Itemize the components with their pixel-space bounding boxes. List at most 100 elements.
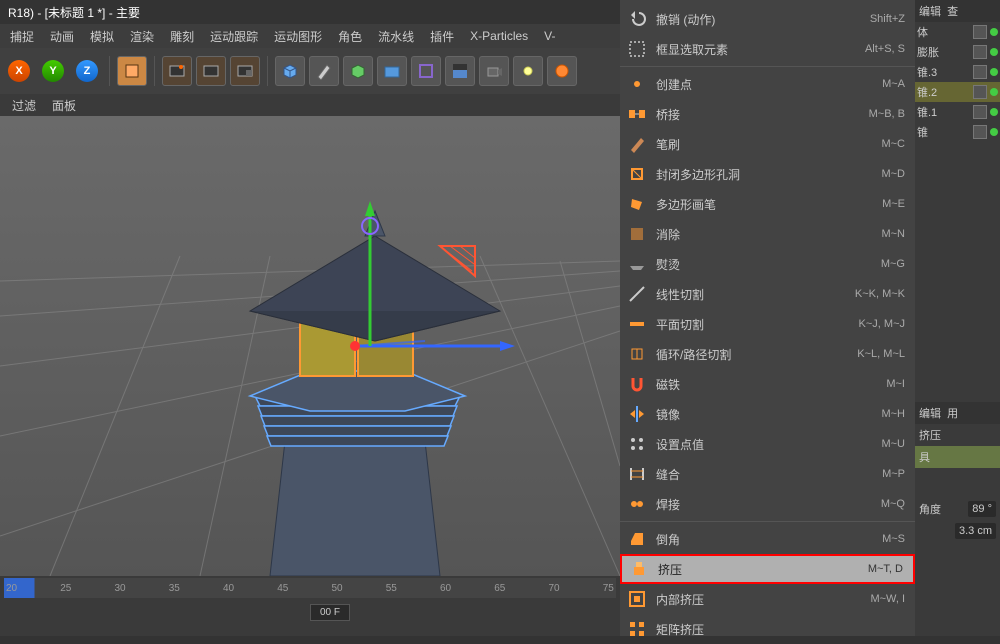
visibility-check[interactable] <box>973 85 987 99</box>
context-label: 磁铁 <box>656 376 886 393</box>
axis-z-icon[interactable]: Z <box>72 56 102 86</box>
context-item-磁铁[interactable]: 磁铁M~I <box>620 369 915 399</box>
deformer-icon[interactable] <box>411 56 441 86</box>
visibility-check[interactable] <box>973 105 987 119</box>
object-manager-header: 编辑 查 <box>915 0 1000 22</box>
visibility-check[interactable] <box>973 125 987 139</box>
enable-dot[interactable] <box>990 108 998 116</box>
render-region-icon[interactable] <box>196 56 226 86</box>
menu-capture[interactable]: 捕捉 <box>2 24 42 49</box>
submenu-filter[interactable]: 过滤 <box>4 93 44 118</box>
stitch-icon <box>624 463 650 485</box>
sphere-icon[interactable] <box>547 56 577 86</box>
axis-x-icon[interactable]: X <box>4 56 34 86</box>
context-label: 平面切割 <box>656 316 859 333</box>
context-shortcut: M~H <box>881 408 905 420</box>
menu-v[interactable]: V- <box>536 25 563 47</box>
render-icon[interactable] <box>162 56 192 86</box>
context-label: 镜像 <box>656 406 881 423</box>
bevel-icon <box>624 528 650 550</box>
visibility-check[interactable] <box>973 45 987 59</box>
nurbs-icon[interactable] <box>343 56 373 86</box>
context-item-挤压[interactable]: 挤压M~T, D <box>620 554 915 584</box>
menu-mograph[interactable]: 运动图形 <box>266 24 330 49</box>
time-mark: 35 <box>169 583 180 594</box>
context-shortcut: M~T, D <box>868 563 903 575</box>
context-shortcut: M~W, I <box>870 593 905 605</box>
context-item-缝合[interactable]: 缝合M~P <box>620 459 915 489</box>
menu-plugins[interactable]: 插件 <box>422 24 462 49</box>
context-item-设置点值[interactable]: 设置点值M~U <box>620 429 915 459</box>
visibility-check[interactable] <box>973 25 987 39</box>
menu-character[interactable]: 角色 <box>330 24 370 49</box>
submenu-panel[interactable]: 面板 <box>44 93 84 118</box>
attr-tool-tab[interactable]: 具 <box>915 446 1000 468</box>
context-item-镜像[interactable]: 镜像M~H <box>620 399 915 429</box>
object-row[interactable]: 体 <box>915 22 1000 42</box>
menu-simulation[interactable]: 模拟 <box>82 24 122 49</box>
time-mark: 60 <box>440 583 451 594</box>
context-label: 矩阵挤压 <box>656 621 905 638</box>
context-item-焊接[interactable]: 焊接M~Q <box>620 489 915 519</box>
context-item-创建点[interactable]: 创建点M~A <box>620 69 915 99</box>
param-value[interactable]: 3.3 cm <box>955 523 996 539</box>
render-settings-icon[interactable] <box>230 56 260 86</box>
menu-animation[interactable]: 动画 <box>42 24 82 49</box>
object-row[interactable]: 膨胀 <box>915 42 1000 62</box>
spline-pen-icon[interactable] <box>309 56 339 86</box>
dissolve-icon <box>624 223 650 245</box>
camera-icon[interactable] <box>479 56 509 86</box>
edit-tab[interactable]: 编辑 <box>919 3 941 19</box>
attr-edit-tab[interactable]: 编辑 <box>919 405 941 421</box>
primitive-cube-icon[interactable] <box>275 56 305 86</box>
object-row[interactable]: 锥.3 <box>915 62 1000 82</box>
context-item-撤销 (动作)[interactable]: 撤销 (动作)Shift+Z <box>620 4 915 34</box>
context-shortcut: M~U <box>881 438 905 450</box>
context-item-多边形画笔[interactable]: 多边形画笔M~E <box>620 189 915 219</box>
environment-icon[interactable] <box>445 56 475 86</box>
context-item-平面切割[interactable]: 平面切割K~J, M~J <box>620 309 915 339</box>
context-item-笔刷[interactable]: 笔刷M~C <box>620 129 915 159</box>
menu-render[interactable]: 渲染 <box>122 24 162 49</box>
context-item-桥接[interactable]: 桥接M~B, B <box>620 99 915 129</box>
context-item-内部挤压[interactable]: 内部挤压M~W, I <box>620 584 915 614</box>
enable-dot[interactable] <box>990 68 998 76</box>
enable-dot[interactable] <box>990 48 998 56</box>
context-label: 挤压 <box>658 561 868 578</box>
menu-sculpt[interactable]: 雕刻 <box>162 24 202 49</box>
context-label: 封闭多边形孔洞 <box>656 166 881 183</box>
plane-cut-icon <box>624 313 650 335</box>
menu-xparticles[interactable]: X-Particles <box>462 25 536 47</box>
viewport[interactable] <box>0 116 620 576</box>
generator-icon[interactable] <box>377 56 407 86</box>
frame-input[interactable] <box>310 604 350 621</box>
object-row[interactable]: 锥 <box>915 122 1000 142</box>
enable-dot[interactable] <box>990 88 998 96</box>
context-item-熨烫[interactable]: 熨烫M~G <box>620 249 915 279</box>
cube-tool-icon[interactable] <box>117 56 147 86</box>
poly-pen-icon <box>624 193 650 215</box>
param-value[interactable]: 89 ° <box>968 501 996 517</box>
enable-dot[interactable] <box>990 28 998 36</box>
context-shortcut: M~A <box>882 78 905 90</box>
context-divider <box>620 521 915 522</box>
context-item-循环/路径切割[interactable]: 循环/路径切割K~L, M~L <box>620 339 915 369</box>
object-row[interactable]: 锥.1 <box>915 102 1000 122</box>
context-item-消除[interactable]: 消除M~N <box>620 219 915 249</box>
attr-user-tab[interactable]: 用 <box>947 405 958 421</box>
axis-y-icon[interactable]: Y <box>38 56 68 86</box>
context-item-框显选取元素[interactable]: 框显选取元素Alt+S, S <box>620 34 915 64</box>
context-item-线性切割[interactable]: 线性切割K~K, M~K <box>620 279 915 309</box>
menu-pipeline[interactable]: 流水线 <box>370 24 422 49</box>
context-item-矩阵挤压[interactable]: 矩阵挤压 <box>620 614 915 644</box>
timeline-ruler[interactable]: 20 25 30 35 40 45 50 55 60 65 70 75 <box>4 578 616 598</box>
object-list: 体膨胀锥.3锥.2锥.1锥 <box>915 22 1000 142</box>
context-item-封闭多边形孔洞[interactable]: 封闭多边形孔洞M~D <box>620 159 915 189</box>
light-icon[interactable] <box>513 56 543 86</box>
object-row[interactable]: 锥.2 <box>915 82 1000 102</box>
visibility-check[interactable] <box>973 65 987 79</box>
menu-tracking[interactable]: 运动跟踪 <box>202 24 266 49</box>
context-item-倒角[interactable]: 倒角M~S <box>620 524 915 554</box>
enable-dot[interactable] <box>990 128 998 136</box>
view-tab[interactable]: 查 <box>947 3 958 19</box>
